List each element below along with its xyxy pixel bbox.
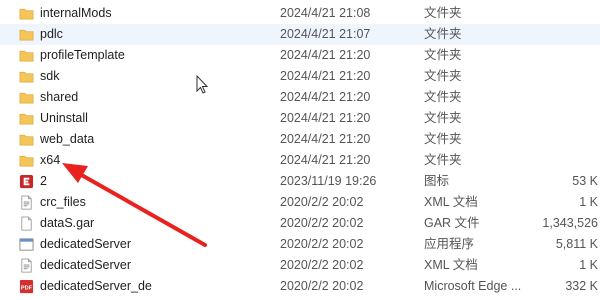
folder-icon bbox=[19, 155, 34, 167]
file-row[interactable]: Uninstall 2024/4/21 21:20 文件夹 bbox=[0, 108, 600, 129]
folder-icon bbox=[19, 29, 34, 41]
file-row[interactable]: dedicatedServer 2020/2/2 20:02 XML 文档 1 … bbox=[0, 255, 600, 276]
file-name: 2 bbox=[40, 174, 47, 188]
file-name: Uninstall bbox=[40, 111, 88, 125]
mouse-cursor-icon bbox=[196, 75, 209, 94]
file-name: pdlc bbox=[40, 27, 63, 41]
file-row[interactable]: crc_files 2020/2/2 20:02 XML 文档 1 K bbox=[0, 192, 600, 213]
file-size: 5,811 K bbox=[555, 237, 598, 251]
file-type: GAR 文件 bbox=[424, 216, 480, 230]
file-date: 2024/4/21 21:20 bbox=[280, 111, 371, 125]
folder-icon bbox=[19, 134, 34, 146]
xml-file-icon bbox=[21, 258, 32, 273]
folder-icon bbox=[19, 8, 34, 20]
file-name: internalMods bbox=[40, 6, 112, 20]
file-date: 2020/2/2 20:02 bbox=[280, 258, 364, 272]
folder-icon bbox=[19, 113, 34, 125]
file-size: 1 K bbox=[579, 258, 598, 272]
file-date: 2024/4/21 21:08 bbox=[280, 6, 371, 20]
xml-file-icon bbox=[21, 195, 32, 210]
file-row[interactable]: x64 2024/4/21 21:20 文件夹 bbox=[0, 150, 600, 171]
file-type: 文件夹 bbox=[424, 69, 462, 83]
file-type: 文件夹 bbox=[424, 111, 462, 125]
file-date: 2023/11/19 19:26 bbox=[280, 174, 377, 188]
folder-icon bbox=[19, 71, 34, 83]
file-row[interactable]: sdk 2024/4/21 21:20 文件夹 bbox=[0, 66, 600, 87]
file-type: 文件夹 bbox=[424, 27, 462, 41]
file-name: dedicatedServer bbox=[40, 258, 132, 272]
file-name: profileTemplate bbox=[40, 48, 125, 62]
file-row[interactable]: pdlc 2024/4/21 21:07 文件夹 bbox=[0, 24, 600, 45]
file-row[interactable]: profileTemplate 2024/4/21 21:20 文件夹 bbox=[0, 45, 600, 66]
pdf-file-icon: PDF bbox=[19, 279, 34, 294]
file-type: 应用程序 bbox=[424, 237, 475, 251]
file-type: XML 文档 bbox=[424, 258, 478, 272]
generic-file-icon bbox=[21, 216, 32, 231]
file-date: 2020/2/2 20:02 bbox=[280, 195, 364, 209]
file-type: 文件夹 bbox=[424, 90, 462, 104]
file-date: 2024/4/21 21:20 bbox=[280, 132, 371, 146]
file-name: dataS.gar bbox=[40, 216, 95, 230]
file-size: 1,343,526 bbox=[542, 216, 598, 230]
file-date: 2020/2/2 20:02 bbox=[280, 237, 364, 251]
file-date: 2024/4/21 21:07 bbox=[280, 27, 371, 41]
folder-icon bbox=[19, 92, 34, 104]
file-name: dedicatedServer_de bbox=[40, 279, 152, 293]
file-date: 2024/4/21 21:20 bbox=[280, 90, 371, 104]
file-row[interactable]: internalMods 2024/4/21 21:08 文件夹 bbox=[0, 3, 600, 24]
folder-icon bbox=[19, 50, 34, 62]
file-name: crc_files bbox=[40, 195, 86, 209]
file-type: 文件夹 bbox=[424, 132, 462, 146]
file-type: 文件夹 bbox=[424, 6, 462, 20]
file-size: 1 K bbox=[579, 195, 598, 209]
file-row[interactable]: 2 2023/11/19 19:26 图标 53 K bbox=[0, 171, 600, 192]
file-row[interactable]: dataS.gar 2020/2/2 20:02 GAR 文件 1,343,52… bbox=[0, 213, 600, 234]
file-type: 文件夹 bbox=[424, 48, 462, 62]
file-name: shared bbox=[40, 90, 79, 104]
file-size: 332 K bbox=[565, 279, 598, 293]
file-size: 53 K bbox=[572, 174, 598, 188]
file-type: Microsoft Edge ... bbox=[424, 279, 522, 293]
file-date: 2020/2/2 20:02 bbox=[280, 279, 364, 293]
file-name: x64 bbox=[40, 153, 61, 167]
file-date: 2020/2/2 20:02 bbox=[280, 216, 364, 230]
file-name: web_data bbox=[40, 132, 95, 146]
app-icon-file bbox=[19, 174, 34, 189]
file-list: internalMods 2024/4/21 21:08 文件夹 pdlc 20… bbox=[0, 0, 600, 300]
svg-text:PDF: PDF bbox=[21, 285, 33, 291]
file-name: sdk bbox=[40, 69, 60, 83]
file-row[interactable]: PDF dedicatedServer_de 2020/2/2 20:02 Mi… bbox=[0, 276, 600, 297]
file-row[interactable]: web_data 2024/4/21 21:20 文件夹 bbox=[0, 129, 600, 150]
file-type: XML 文档 bbox=[424, 195, 478, 209]
file-date: 2024/4/21 21:20 bbox=[280, 69, 371, 83]
file-date: 2024/4/21 21:20 bbox=[280, 153, 371, 167]
file-type: 文件夹 bbox=[424, 153, 462, 167]
file-row[interactable]: dedicatedServer 2020/2/2 20:02 应用程序 5,81… bbox=[0, 234, 600, 255]
exe-file-icon bbox=[19, 238, 34, 251]
file-name: dedicatedServer bbox=[40, 237, 132, 251]
file-date: 2024/4/21 21:20 bbox=[280, 48, 371, 62]
file-type: 图标 bbox=[424, 174, 450, 188]
file-row[interactable]: shared 2024/4/21 21:20 文件夹 bbox=[0, 87, 600, 108]
